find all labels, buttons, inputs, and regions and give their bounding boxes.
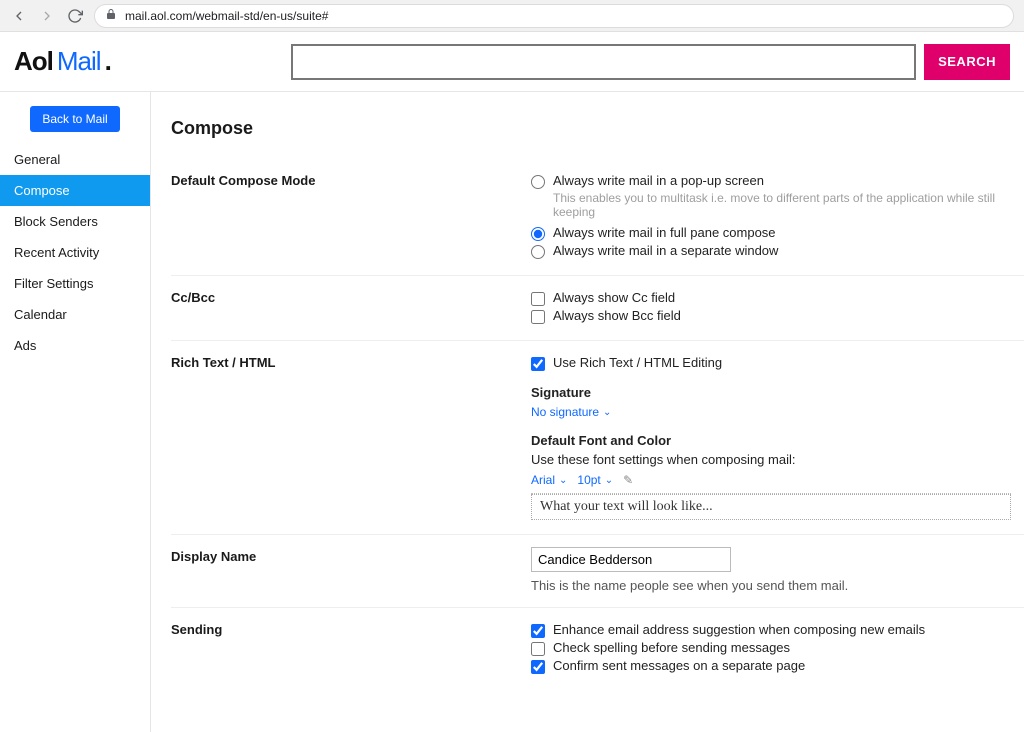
url-text: mail.aol.com/webmail-std/en-us/suite# <box>125 9 328 23</box>
checkbox-confirm-input[interactable] <box>531 660 545 674</box>
section-cc-bcc: Cc/Bcc Always show Cc field Always show … <box>171 275 1024 340</box>
display-name-desc: This is the name people see when you sen… <box>531 578 1024 593</box>
signature-heading: Signature <box>531 385 1024 400</box>
radio-popup[interactable]: Always write mail in a pop-up screen <box>531 173 1024 189</box>
section-label: Rich Text / HTML <box>171 353 531 520</box>
address-bar[interactable]: mail.aol.com/webmail-std/en-us/suite# <box>94 4 1014 28</box>
browser-chrome: mail.aol.com/webmail-std/en-us/suite# <box>0 0 1024 32</box>
section-label: Sending <box>171 620 531 676</box>
settings-nav: General Compose Block Senders Recent Act… <box>0 144 150 361</box>
app-header: Aol Mail. SEARCH <box>0 32 1024 92</box>
sidebar-item-block-senders[interactable]: Block Senders <box>0 206 150 237</box>
font-desc: Use these font settings when composing m… <box>531 452 1024 467</box>
font-family-value: Arial <box>531 473 555 487</box>
signature-dropdown[interactable]: No signature ⌄ <box>531 405 611 419</box>
checkbox-spell[interactable]: Check spelling before sending messages <box>531 640 1024 656</box>
checkbox-use-rich[interactable]: Use Rich Text / HTML Editing <box>531 355 1024 371</box>
search-bar: SEARCH <box>291 44 1010 80</box>
checkbox-enhance-input[interactable] <box>531 624 545 638</box>
forward-icon[interactable] <box>38 7 56 25</box>
checkbox-enhance-label: Enhance email address suggestion when co… <box>553 622 925 637</box>
section-label: Cc/Bcc <box>171 288 531 326</box>
chevron-down-icon: ⌄ <box>605 475 613 486</box>
signature-value: No signature <box>531 405 599 419</box>
sidebar-item-calendar[interactable]: Calendar <box>0 299 150 330</box>
logo-aol: Aol <box>14 46 53 77</box>
font-heading: Default Font and Color <box>531 433 1024 448</box>
section-sending: Sending Enhance email address suggestion… <box>171 607 1024 690</box>
checkbox-show-bcc-label: Always show Bcc field <box>553 308 681 323</box>
radio-window-label: Always write mail in a separate window <box>553 243 778 258</box>
radio-popup-label: Always write mail in a pop-up screen <box>553 173 764 188</box>
chevron-down-icon: ⌄ <box>603 407 611 418</box>
checkbox-show-bcc[interactable]: Always show Bcc field <box>531 308 1024 324</box>
font-preview: What your text will look like... <box>531 494 1011 520</box>
section-label: Default Compose Mode <box>171 171 531 261</box>
pencil-icon[interactable]: ✎ <box>623 473 633 487</box>
sidebar-item-filter-settings[interactable]: Filter Settings <box>0 268 150 299</box>
settings-sidebar: Back to Mail General Compose Block Sende… <box>0 92 151 732</box>
section-display-name: Display Name This is the name people see… <box>171 534 1024 607</box>
checkbox-confirm[interactable]: Confirm sent messages on a separate page <box>531 658 1024 674</box>
sidebar-item-recent-activity[interactable]: Recent Activity <box>0 237 150 268</box>
radio-window[interactable]: Always write mail in a separate window <box>531 243 1024 259</box>
section-compose-mode: Default Compose Mode Always write mail i… <box>171 159 1024 275</box>
checkbox-show-cc-label: Always show Cc field <box>553 290 675 305</box>
checkbox-use-rich-label: Use Rich Text / HTML Editing <box>553 355 722 370</box>
search-button[interactable]: SEARCH <box>924 44 1010 80</box>
radio-full-label: Always write mail in full pane compose <box>553 225 776 240</box>
section-rich-text: Rich Text / HTML Use Rich Text / HTML Ed… <box>171 340 1024 534</box>
sidebar-item-general[interactable]: General <box>0 144 150 175</box>
reload-icon[interactable] <box>66 7 84 25</box>
radio-popup-input[interactable] <box>531 175 545 189</box>
popup-hint: This enables you to multitask i.e. move … <box>553 191 1024 219</box>
search-input[interactable] <box>291 44 916 80</box>
font-family-dropdown[interactable]: Arial ⌄ <box>531 473 567 487</box>
checkbox-show-bcc-input[interactable] <box>531 310 545 324</box>
checkbox-show-cc[interactable]: Always show Cc field <box>531 290 1024 306</box>
settings-content: Compose Default Compose Mode Always writ… <box>151 92 1024 732</box>
back-icon[interactable] <box>10 7 28 25</box>
radio-full-input[interactable] <box>531 227 545 241</box>
display-name-input[interactable] <box>531 547 731 572</box>
radio-full[interactable]: Always write mail in full pane compose <box>531 225 1024 241</box>
lock-icon <box>105 8 117 23</box>
checkbox-spell-label: Check spelling before sending messages <box>553 640 790 655</box>
font-size-value: 10pt <box>577 473 600 487</box>
checkbox-spell-input[interactable] <box>531 642 545 656</box>
section-label: Display Name <box>171 547 531 593</box>
font-size-dropdown[interactable]: 10pt ⌄ <box>577 473 613 487</box>
logo-mail: Mail <box>57 46 101 77</box>
aol-mail-logo: Aol Mail. <box>14 46 111 77</box>
chevron-down-icon: ⌄ <box>559 475 567 486</box>
checkbox-show-cc-input[interactable] <box>531 292 545 306</box>
back-to-mail-button[interactable]: Back to Mail <box>30 106 119 132</box>
logo-dot: . <box>105 46 111 77</box>
sidebar-item-ads[interactable]: Ads <box>0 330 150 361</box>
checkbox-confirm-label: Confirm sent messages on a separate page <box>553 658 805 673</box>
checkbox-enhance[interactable]: Enhance email address suggestion when co… <box>531 622 1024 638</box>
sidebar-item-compose[interactable]: Compose <box>0 175 150 206</box>
page-title: Compose <box>171 118 1024 139</box>
checkbox-use-rich-input[interactable] <box>531 357 545 371</box>
radio-window-input[interactable] <box>531 245 545 259</box>
